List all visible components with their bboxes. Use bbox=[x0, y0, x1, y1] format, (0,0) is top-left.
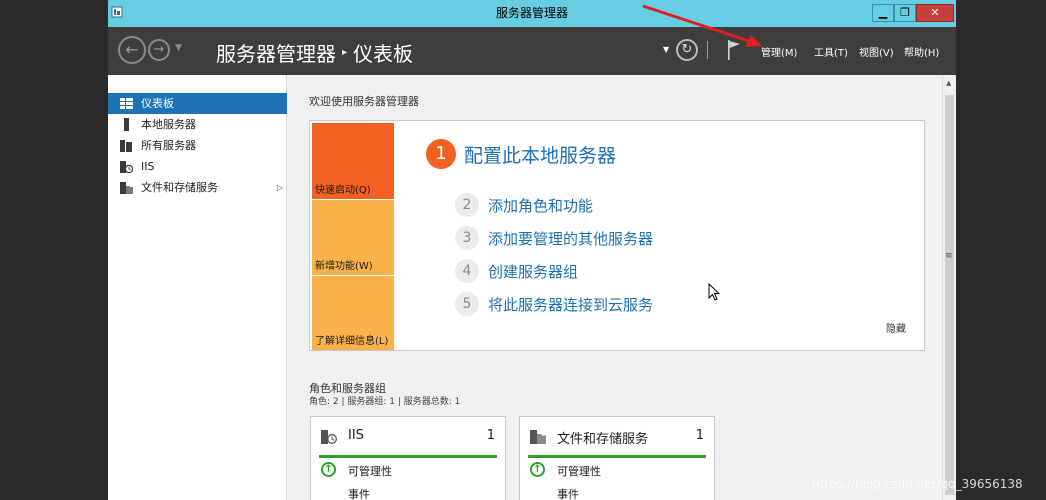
link-connect-cloud-services[interactable]: 将此服务器连接到云服务 bbox=[488, 294, 653, 315]
crumb-dropdown-icon[interactable]: ▼ bbox=[663, 45, 669, 54]
maximize-button[interactable]: ❐ bbox=[894, 4, 916, 22]
sidebar-item-label: 本地服务器 bbox=[141, 118, 196, 131]
roles-summary: 角色: 2 | 服务器组: 1 | 服务器总数: 1 bbox=[309, 397, 461, 407]
sidebar-item-dashboard[interactable]: 仪表板 bbox=[108, 93, 287, 114]
dashboard-icon bbox=[120, 98, 133, 109]
sidebar-item-local-server[interactable]: 本地服务器 bbox=[108, 114, 287, 135]
notification-flag-icon[interactable] bbox=[727, 39, 741, 61]
status-bar bbox=[319, 455, 497, 458]
status-ok-icon: ↑ bbox=[530, 462, 545, 477]
step-number-5: 5 bbox=[455, 292, 479, 316]
refresh-icon[interactable]: ↻ bbox=[676, 39, 698, 61]
sidebar-item-label: 仪表板 bbox=[141, 97, 174, 110]
link-create-server-group[interactable]: 创建服务器组 bbox=[488, 261, 578, 282]
sidebar-item-label: 所有服务器 bbox=[141, 139, 196, 152]
desktop-left bbox=[0, 0, 108, 500]
sidebar-item-label: 文件和存储服务 bbox=[141, 181, 218, 194]
step-number-4: 4 bbox=[455, 259, 479, 283]
watermark: https://blog.csdn.net/qq_39656138 bbox=[812, 477, 1023, 491]
history-dropdown-icon[interactable]: ▼ bbox=[175, 43, 182, 53]
dashboard-content: 欢迎使用服务器管理器 快速启动(Q) 新增功能(W) 了解详细信息(L) 1 配… bbox=[287, 75, 942, 500]
role-card-name: 文件和存储服务 bbox=[557, 432, 649, 447]
vertical-scrollbar[interactable]: ▲ ≡ bbox=[942, 75, 956, 500]
file-storage-icon bbox=[530, 430, 546, 444]
role-card-iis[interactable]: IIS 1 ↑ 可管理性 事件 bbox=[310, 416, 506, 500]
forward-arrow-icon[interactable]: → bbox=[148, 39, 170, 61]
hide-link[interactable]: 隐藏 bbox=[886, 320, 906, 335]
role-card-file-storage[interactable]: 文件和存储服务 1 ↑ 可管理性 事件 bbox=[519, 416, 715, 500]
breadcrumb-root[interactable]: 服务器管理器 bbox=[216, 42, 336, 66]
mouse-cursor-icon bbox=[708, 283, 720, 301]
close-button[interactable]: ✕ bbox=[916, 4, 954, 22]
scrollbar-grip-icon: ≡ bbox=[945, 251, 953, 261]
tile-label: 了解详细信息(L) bbox=[315, 336, 389, 347]
welcome-title: 欢迎使用服务器管理器 bbox=[309, 95, 419, 108]
breadcrumb-separator-icon: ▸ bbox=[342, 47, 348, 58]
role-card-name: IIS bbox=[348, 428, 364, 443]
window-title: 服务器管理器 bbox=[495, 6, 568, 20]
local-server-icon bbox=[124, 118, 129, 131]
command-bar: ← → ▼ 服务器管理器 ▸ 仪表板 ▼ ↻ 管理(M) 工具(T) 视图(V) 帮… bbox=[108, 27, 956, 75]
breadcrumb: 服务器管理器 ▸ 仪表板 bbox=[216, 38, 413, 67]
server-manager-window: 服务器管理器 ▁ ❐ ✕ ← → ▼ 服务器管理器 ▸ 仪表板 ▼ ↻ 管理(M) … bbox=[108, 0, 956, 500]
tile-learn-more[interactable]: 了解详细信息(L) bbox=[312, 275, 394, 350]
all-servers-icon bbox=[120, 140, 132, 152]
link-add-roles-features[interactable]: 添加角色和功能 bbox=[488, 195, 593, 216]
sidebar-item-label: IIS bbox=[141, 160, 155, 173]
minimize-button[interactable]: ▁ bbox=[872, 4, 894, 22]
tile-whats-new[interactable]: 新增功能(W) bbox=[312, 199, 394, 275]
toolbar-divider bbox=[707, 41, 708, 59]
file-storage-icon bbox=[120, 182, 133, 194]
menu-manage[interactable]: 管理(M) bbox=[761, 44, 797, 59]
expand-arrow-icon[interactable]: ▷ bbox=[277, 177, 283, 198]
step-number-2: 2 bbox=[455, 193, 479, 217]
desktop-right bbox=[956, 0, 1046, 500]
menu-tools[interactable]: 工具(T) bbox=[814, 44, 848, 59]
step-number-1: 1 bbox=[426, 139, 456, 169]
sidebar-item-iis[interactable]: IIS bbox=[108, 156, 287, 177]
step-number-3: 3 bbox=[455, 226, 479, 250]
events-link[interactable]: 事件 bbox=[348, 486, 370, 500]
role-card-count: 1 bbox=[695, 428, 704, 443]
back-arrow-icon[interactable]: ← bbox=[118, 36, 146, 64]
menu-view[interactable]: 视图(V) bbox=[859, 44, 894, 59]
title-bar: 服务器管理器 ▁ ❐ ✕ bbox=[108, 0, 956, 27]
link-add-other-servers[interactable]: 添加要管理的其他服务器 bbox=[488, 228, 653, 249]
tile-label: 快速启动(Q) bbox=[315, 185, 371, 196]
iis-icon bbox=[120, 161, 133, 173]
welcome-tile: 快速启动(Q) 新增功能(W) 了解详细信息(L) 1 配置此本地服务器 2 添… bbox=[309, 120, 925, 351]
manageability-link[interactable]: 可管理性 bbox=[348, 463, 392, 479]
scroll-up-icon[interactable]: ▲ bbox=[946, 79, 951, 87]
events-link[interactable]: 事件 bbox=[557, 486, 579, 500]
sidebar-item-all-servers[interactable]: 所有服务器 bbox=[108, 135, 287, 156]
tile-label: 新增功能(W) bbox=[315, 261, 373, 272]
link-configure-local-server[interactable]: 配置此本地服务器 bbox=[464, 141, 616, 168]
status-bar bbox=[528, 455, 706, 458]
iis-icon bbox=[321, 430, 337, 444]
tile-quick-start[interactable]: 快速启动(Q) bbox=[312, 123, 394, 199]
menu-help[interactable]: 帮助(H) bbox=[904, 44, 939, 59]
sidebar: 仪表板 本地服务器 所有服务器 IIS 文件和存储服务 ▷ bbox=[108, 75, 287, 500]
manageability-link[interactable]: 可管理性 bbox=[557, 463, 601, 479]
role-card-count: 1 bbox=[486, 428, 495, 443]
status-ok-icon: ↑ bbox=[321, 462, 336, 477]
breadcrumb-page: 仪表板 bbox=[353, 42, 414, 66]
scrollbar-thumb[interactable] bbox=[945, 95, 954, 495]
sidebar-item-file-storage[interactable]: 文件和存储服务 ▷ bbox=[108, 177, 287, 198]
